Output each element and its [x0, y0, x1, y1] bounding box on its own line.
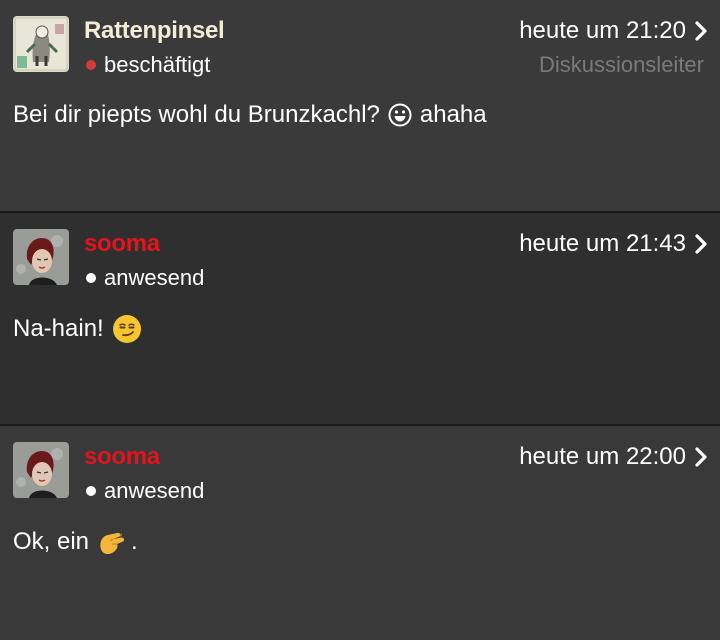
post-2: sooma anwesend heute um 21:43 Na-hain! [0, 213, 720, 426]
user-role: Diskussionsleiter [538, 52, 704, 77]
avatar-image [13, 442, 69, 498]
post-time: heute um 21:43 [519, 230, 686, 257]
username[interactable]: sooma [84, 443, 160, 471]
pinching-hand-icon [97, 527, 129, 557]
post-content: Ok, ein . [13, 527, 138, 557]
post-text: Ok, ein [13, 528, 90, 555]
chevron-right-icon [695, 234, 707, 254]
status-text: anwesend [104, 265, 205, 290]
chevron-right-icon [695, 447, 707, 467]
status-dot-icon [86, 273, 96, 283]
post-time-link[interactable]: heute um 21:43 [519, 230, 708, 258]
post-1: Rattenpinsel beschäftigt heute um 21:20 … [0, 0, 720, 213]
post-3: sooma anwesend heute um 22:00 Ok, ein . [0, 426, 720, 640]
status-dot-icon [86, 60, 96, 70]
avatar-image [13, 16, 69, 72]
post-content: Bei dir piepts wohl du Brunzkachl? ahaha [13, 101, 487, 129]
user-status: anwesend [86, 265, 204, 291]
avatar[interactable] [13, 16, 69, 72]
username[interactable]: sooma [84, 230, 160, 258]
post-time: heute um 22:00 [519, 443, 686, 470]
post-text-suffix: . [131, 528, 138, 555]
post-time-link[interactable]: heute um 21:20 [519, 17, 708, 45]
avatar-image [13, 229, 69, 285]
status-dot-icon [86, 486, 96, 496]
post-time: heute um 21:20 [519, 17, 686, 44]
post-content: Na-hain! [13, 314, 150, 344]
avatar[interactable] [13, 229, 69, 285]
status-text: beschäftigt [104, 52, 211, 77]
status-text: anwesend [104, 478, 205, 503]
post-text-suffix: ahaha [419, 101, 487, 128]
grinning-face-outline-icon [388, 103, 412, 127]
user-status: anwesend [86, 478, 204, 504]
post-time-link[interactable]: heute um 22:00 [519, 443, 708, 471]
chevron-right-icon [695, 21, 707, 41]
username[interactable]: Rattenpinsel [84, 17, 225, 45]
post-text: Bei dir piepts wohl du Brunzkachl? [13, 101, 380, 128]
post-text: Na-hain! [13, 315, 104, 342]
avatar[interactable] [13, 442, 69, 498]
smirking-face-icon [112, 314, 142, 344]
user-status: beschäftigt [86, 52, 210, 78]
